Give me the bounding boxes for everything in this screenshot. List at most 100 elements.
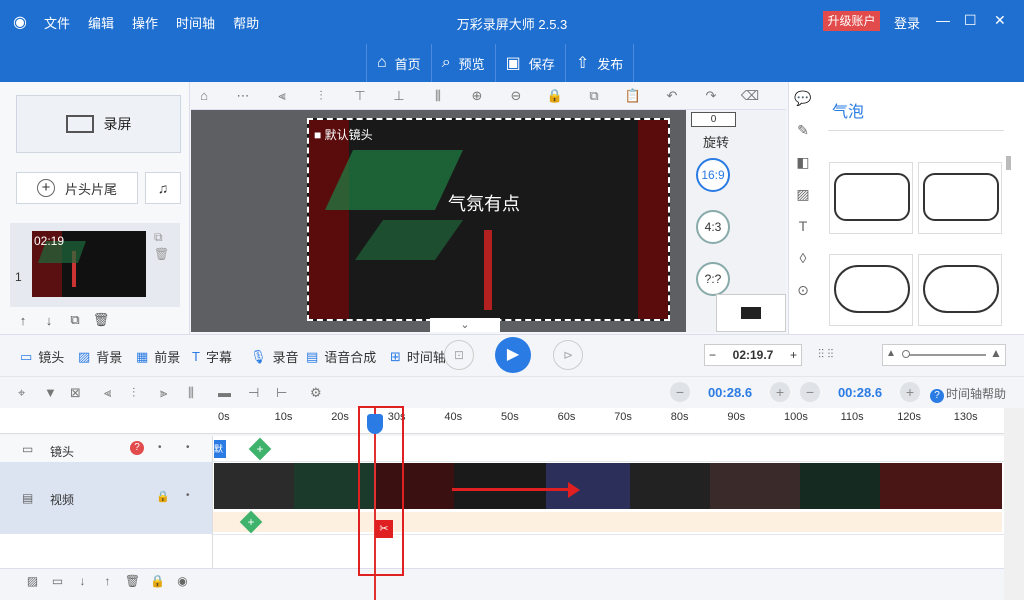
redo-icon[interactable]: ↷ xyxy=(698,88,724,104)
upgrade-button[interactable]: 升级账户 xyxy=(823,11,880,31)
text-icon[interactable]: T xyxy=(799,210,808,242)
zoom-in-icon[interactable]: ⊕ xyxy=(464,88,490,104)
trash-icon[interactable]: 🗑 xyxy=(120,574,145,588)
plus-icon[interactable]: + xyxy=(900,382,920,402)
minus-icon[interactable]: − xyxy=(709,348,716,362)
add-keyframe-icon[interactable]: + xyxy=(239,510,263,534)
end-time-stepper[interactable]: − 00:28.6 + xyxy=(800,381,920,403)
pen-icon[interactable]: ✎ xyxy=(797,114,809,146)
eye-icon[interactable]: ◉ xyxy=(170,574,195,588)
plus-icon[interactable]: + xyxy=(790,348,797,362)
align-top-icon[interactable]: ⊤ xyxy=(347,88,373,104)
minus-icon[interactable]: − xyxy=(670,382,690,402)
add-keyframe-icon[interactable]: + xyxy=(248,437,272,461)
background-tool[interactable]: ▨ 背景 xyxy=(78,347,122,366)
record-button[interactable]: 录屏 xyxy=(16,95,181,153)
add-image-track-icon[interactable]: ▨ xyxy=(20,574,45,588)
copy-icon[interactable]: ⧉ xyxy=(581,88,607,104)
mini-preview[interactable] xyxy=(716,294,786,332)
image-icon[interactable]: ▨ xyxy=(796,178,809,210)
bubble-item[interactable] xyxy=(918,162,1002,234)
timeline-scrollbar[interactable] xyxy=(1004,408,1024,600)
duration-stepper[interactable]: − 02:19.7 + xyxy=(704,344,802,366)
rotation-input[interactable]: 0 xyxy=(691,112,736,127)
filter-icon[interactable]: ▼ xyxy=(44,385,57,400)
minimize-icon[interactable]: — xyxy=(936,12,950,28)
group-icon[interactable]: ▬ xyxy=(218,385,231,400)
preview-button[interactable]: ⌕ 预览 xyxy=(430,44,495,82)
next-frame-button[interactable]: ⊳ xyxy=(553,340,583,370)
play-button[interactable]: ▶ xyxy=(495,337,531,373)
align-mid-icon[interactable]: ⫶ xyxy=(132,385,135,401)
folder-icon[interactable]: ▭ xyxy=(45,574,70,588)
merge-icon[interactable]: ⊢ xyxy=(276,385,287,401)
tts-tool[interactable]: ▤ 语音合成 xyxy=(306,347,376,366)
login-button[interactable]: 登录 xyxy=(894,13,920,32)
more-icon[interactable]: ⋯ xyxy=(230,88,256,104)
drop-icon[interactable]: ◊ xyxy=(800,242,807,274)
record-audio-tool[interactable]: 🎙 录音 xyxy=(250,347,299,366)
timeline-help-link[interactable]: ? 时间轴帮助 xyxy=(930,385,1006,403)
save-button[interactable]: ▣ 保存 xyxy=(494,44,565,82)
distribute-h-icon[interactable]: ⫼ xyxy=(188,385,194,401)
zoom-out-icon[interactable]: ⊖ xyxy=(503,88,529,104)
bubble-icon[interactable]: 💬 xyxy=(794,82,811,114)
timeline-tool[interactable]: ⊞ 时间轴 xyxy=(390,347,448,366)
scissors-icon[interactable]: ✂ xyxy=(375,520,393,538)
duplicate-icon[interactable]: ⧉ xyxy=(62,312,88,328)
settings-icon[interactable]: ⚙ xyxy=(310,385,322,401)
home-button[interactable]: ⌂ 首页 xyxy=(366,44,431,82)
zoom-knob[interactable] xyxy=(902,350,910,358)
move-down-icon[interactable]: ↓ xyxy=(36,313,62,328)
ratio-custom-button[interactable]: ?:? xyxy=(696,262,730,296)
more-options-icon[interactable]: ⊙ xyxy=(797,274,809,306)
maximize-icon[interactable]: ☐ xyxy=(964,12,977,29)
target-icon[interactable]: ⌖ xyxy=(18,385,25,401)
undo-icon[interactable]: ↶ xyxy=(659,88,685,104)
foreground-tool[interactable]: ▦ 前景 xyxy=(136,347,180,366)
ratio-4-3-button[interactable]: 4:3 xyxy=(696,210,730,244)
lock-icon[interactable]: 🔒 xyxy=(542,88,568,104)
intro-outro-button[interactable]: + 片头片尾 xyxy=(16,172,138,204)
fit-timeline-icon[interactable]: ⫶⫶ ⫶⫶ xyxy=(818,347,833,362)
start-time-stepper[interactable]: − 00:28.6 + xyxy=(670,381,790,403)
video-audio-lane[interactable] xyxy=(213,512,1002,532)
align-start-icon[interactable]: ⫷ xyxy=(104,385,111,401)
split-icon[interactable]: ⊣ xyxy=(248,385,259,401)
paste-icon[interactable]: 📋 xyxy=(620,88,646,104)
lens-tool[interactable]: ▭ 镜头 xyxy=(20,347,64,366)
help-icon[interactable]: ? xyxy=(130,441,144,455)
video-frame[interactable] xyxy=(307,118,670,321)
panel-scrollbar[interactable] xyxy=(1006,156,1011,170)
prev-frame-button[interactable]: ⊡ xyxy=(444,340,474,370)
align-end-icon[interactable]: ⫸ xyxy=(160,385,167,401)
delete-clip-icon[interactable]: 🗑 xyxy=(154,247,169,261)
bubble-item[interactable] xyxy=(829,254,913,326)
collapse-preview-icon[interactable]: ⌄ xyxy=(430,318,500,332)
subtitle-tool[interactable]: T 字幕 xyxy=(192,347,232,366)
shape-icon[interactable]: ◧ xyxy=(796,146,809,178)
plus-icon[interactable]: + xyxy=(770,382,790,402)
camera-default-tag[interactable]: 默认 xyxy=(214,440,226,458)
move-up-icon[interactable]: ↑ xyxy=(10,313,36,328)
align-center-icon[interactable]: ⫶ xyxy=(308,88,334,104)
ratio-16-9-button[interactable]: 16:9 xyxy=(696,158,730,192)
align-bottom-icon[interactable]: ⊥ xyxy=(386,88,412,104)
home-view-icon[interactable]: ⌂ xyxy=(191,88,217,103)
close-icon[interactable]: ✕ xyxy=(994,12,1006,29)
music-button[interactable]: ♫ xyxy=(145,172,181,204)
align-left-icon[interactable]: ⫷ xyxy=(269,88,295,104)
remove-icon[interactable]: ⊠ xyxy=(70,385,81,401)
minus-icon[interactable]: − xyxy=(800,382,820,402)
clear-icon[interactable]: ⌫ xyxy=(737,88,763,104)
bubble-item[interactable] xyxy=(918,254,1002,326)
publish-button[interactable]: ⇧ 发布 xyxy=(564,44,635,82)
move-up-icon[interactable]: ↑ xyxy=(95,574,120,588)
distribute-icon[interactable]: ⫼ xyxy=(425,88,451,104)
lock-icon[interactable]: 🔒 xyxy=(145,574,170,588)
bubble-item[interactable] xyxy=(829,162,913,234)
move-down-icon[interactable]: ↓ xyxy=(70,574,95,588)
copy-clip-icon[interactable]: ⧉ xyxy=(154,230,163,245)
lock-icon[interactable]: 🔒 xyxy=(156,490,170,503)
trash-icon[interactable]: 🗑 xyxy=(88,312,114,328)
